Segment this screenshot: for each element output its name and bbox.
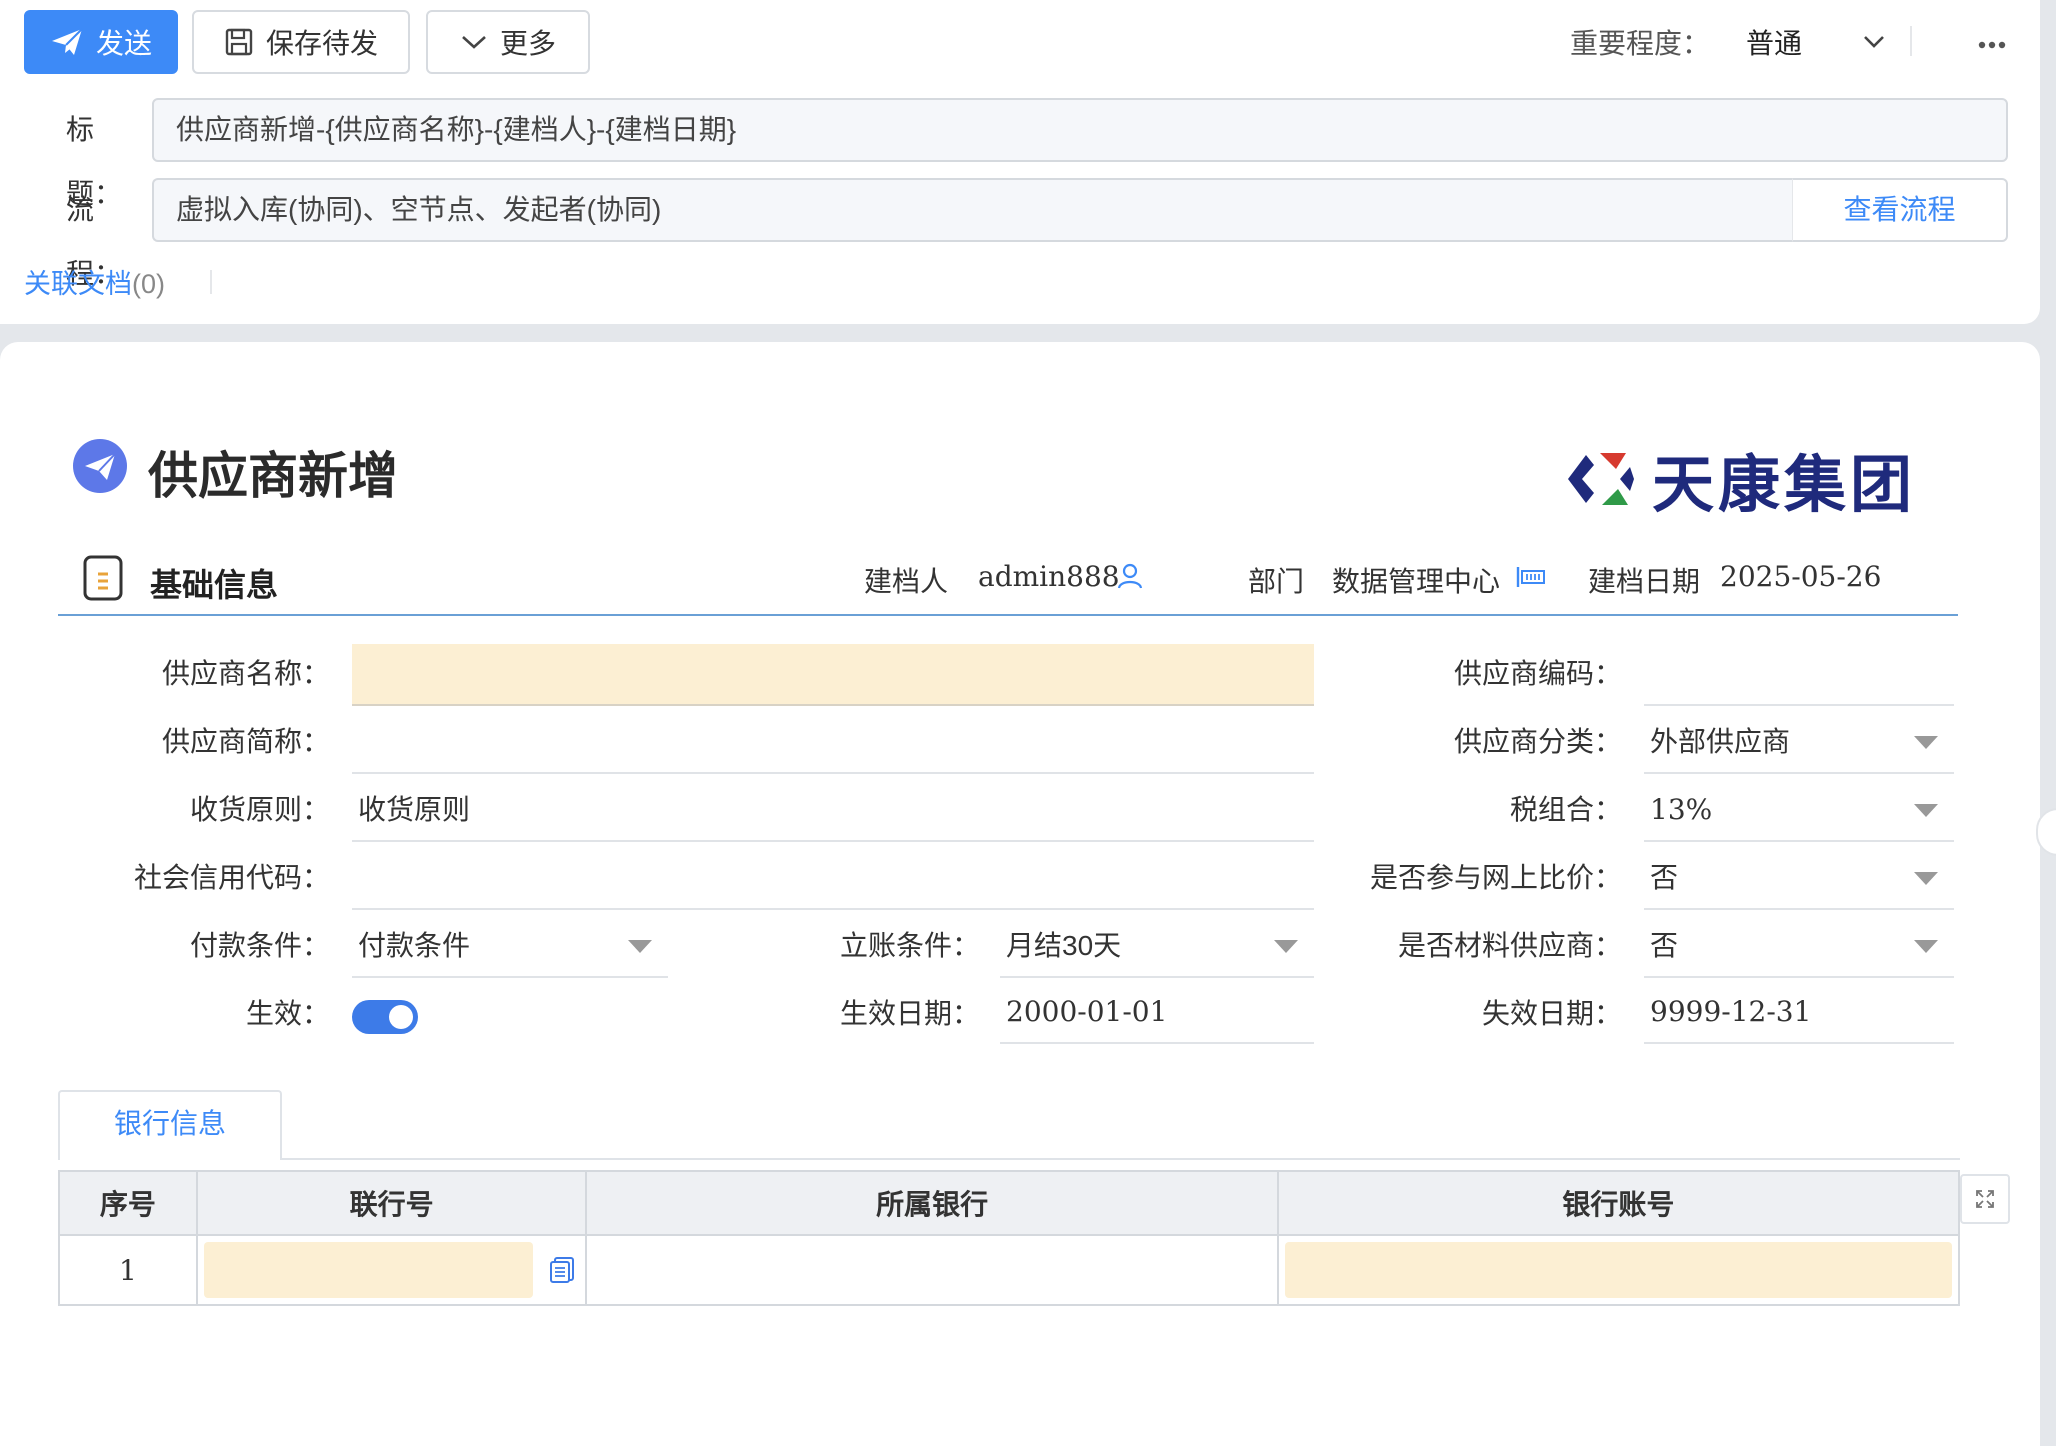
section-header: 基础信息 建档人 admin888 部门 数据管理中心 建档日期 2025-05… — [58, 554, 1958, 616]
caret-down-icon — [1274, 940, 1298, 953]
billing-terms-label: 立账条件： — [839, 930, 980, 961]
effective-toggle[interactable] — [352, 1000, 418, 1034]
supplier-code-input[interactable] — [1644, 644, 1954, 706]
related-docs-label: 关联文档 — [24, 269, 132, 299]
lookup-icon[interactable] — [549, 1256, 575, 1291]
toolbar-divider — [1910, 26, 1912, 56]
payment-terms-label: 付款条件： — [189, 930, 330, 961]
bank-code-input[interactable] — [203, 1242, 534, 1298]
bank-name-cell[interactable] — [585, 1234, 1279, 1306]
toggle-knob — [389, 1005, 413, 1029]
document-icon — [82, 554, 124, 607]
material-supplier-select[interactable]: 否 — [1644, 916, 1954, 978]
caret-down-icon — [628, 940, 652, 953]
expiry-date-input[interactable]: 9999-12-31 — [1644, 982, 1954, 1044]
more-label: 更多 — [499, 28, 556, 59]
form-title: 供应商新增 — [148, 447, 398, 505]
table-header-row: 序号 联行号 所属银行 银行账号 — [58, 1170, 1961, 1236]
supplier-code-label: 供应商编码： — [1453, 658, 1622, 689]
more-options-icon[interactable] — [1978, 36, 2006, 54]
supplier-category-value: 外部供应商 — [1650, 726, 1791, 757]
brand-name: 天康集团 — [1652, 448, 1917, 521]
column-header-bank-code: 联行号 — [195, 1170, 588, 1236]
supplier-name-input[interactable] — [352, 644, 1314, 706]
related-docs-link[interactable]: 关联文档(0) — [24, 262, 165, 301]
paper-plane-icon — [72, 438, 128, 499]
receipt-rule-input[interactable]: 收货原则 — [352, 780, 1314, 842]
caret-down-icon — [1914, 804, 1938, 817]
dept-value: 数据管理中心 — [1332, 566, 1501, 597]
view-flow-button[interactable]: 查看流程 — [1792, 178, 2008, 242]
org-chart-icon[interactable] — [1516, 564, 1546, 596]
brand-logo: 天康集团 — [1560, 434, 1916, 524]
column-header-account: 银行账号 — [1276, 1170, 1961, 1236]
send-button-label: 发送 — [95, 28, 152, 59]
title-input[interactable]: 供应商新增-{供应商名称}-{建档人}-{建档日期} — [152, 98, 2008, 162]
credit-code-input[interactable] — [352, 848, 1314, 910]
importance-value: 普通 — [1746, 28, 1803, 59]
online-bid-select[interactable]: 否 — [1644, 848, 1954, 910]
top-panel: 发送 保存待发 更多 重要程度： 普通 标题： 供应商新增-{供应商名称}-{建… — [0, 0, 2040, 324]
billing-terms-select[interactable]: 月结30天 — [1000, 916, 1314, 978]
dept-label: 部门 — [1248, 566, 1305, 597]
supplier-category-label: 供应商分类： — [1453, 726, 1622, 757]
more-button[interactable]: 更多 — [426, 10, 590, 74]
credit-code-label: 社会信用代码： — [133, 862, 330, 893]
account-input[interactable] — [1284, 1242, 1952, 1298]
date-value: 2025-05-26 — [1720, 560, 1882, 593]
receipt-rule-label: 收货原则： — [189, 794, 330, 825]
chevron-down-icon — [460, 32, 488, 52]
supplier-category-select[interactable]: 外部供应商 — [1644, 712, 1954, 774]
supplier-short-input[interactable] — [352, 712, 1314, 774]
material-supplier-label: 是否材料供应商： — [1397, 930, 1622, 961]
expand-icon — [1976, 1190, 1994, 1208]
send-icon — [50, 27, 84, 57]
importance-select[interactable]: 重要程度： 普通 — [1570, 18, 1886, 66]
flow-input[interactable]: 虚拟入库(协同)、空节点、发起者(协同) — [152, 178, 1792, 242]
tax-group-value: 13% — [1650, 793, 1713, 826]
brand-mark-icon — [1568, 453, 1634, 505]
related-docs-count: (0) — [132, 269, 165, 299]
expiry-date-label: 失效日期： — [1481, 998, 1622, 1029]
payment-terms-select[interactable]: 付款条件 — [352, 916, 668, 978]
supplier-name-label: 供应商名称： — [161, 658, 330, 689]
column-header-index: 序号 — [58, 1170, 198, 1236]
save-icon — [224, 27, 254, 57]
column-header-bank-name: 所属银行 — [585, 1170, 1279, 1236]
date-label: 建档日期 — [1588, 566, 1701, 597]
tax-group-label: 税组合： — [1509, 794, 1622, 825]
online-bid-label: 是否参与网上比价： — [1369, 862, 1622, 893]
caret-down-icon — [1914, 736, 1938, 749]
save-draft-button[interactable]: 保存待发 — [192, 10, 410, 74]
row-index: 1 — [58, 1234, 198, 1306]
account-cell[interactable] — [1276, 1234, 1961, 1306]
tab-divider — [282, 1158, 1960, 1160]
chevron-down-icon — [1862, 26, 1886, 58]
section-title: 基础信息 — [150, 567, 279, 603]
bank-table: 序号 联行号 所属银行 银行账号 1 — [58, 1170, 1961, 1306]
expand-button[interactable] — [1960, 1174, 2010, 1224]
divider — [210, 270, 212, 294]
billing-terms-value: 月结30天 — [1006, 930, 1122, 961]
caret-down-icon — [1914, 872, 1938, 885]
save-draft-label: 保存待发 — [265, 28, 378, 59]
tab-bank-info[interactable]: 银行信息 — [58, 1090, 282, 1160]
material-supplier-value: 否 — [1650, 930, 1679, 961]
payment-terms-value: 付款条件 — [358, 930, 471, 961]
online-bid-value: 否 — [1650, 862, 1679, 893]
creator-label: 建档人 — [864, 566, 949, 597]
user-icon[interactable] — [1116, 562, 1144, 597]
form-panel: 供应商新增 天康集团 基础信息 建档人 admin888 部门 数据管理中心 建… — [0, 342, 2040, 1446]
effective-date-label: 生效日期： — [839, 998, 980, 1029]
bank-code-cell[interactable] — [195, 1234, 588, 1306]
supplier-short-label: 供应商简称： — [161, 726, 330, 757]
importance-label: 重要程度： — [1570, 28, 1711, 59]
effective-label: 生效： — [245, 998, 330, 1029]
caret-down-icon — [1914, 940, 1938, 953]
table-row: 1 — [58, 1234, 1961, 1306]
effective-date-input[interactable]: 2000-01-01 — [1000, 982, 1314, 1044]
creator-value: admin888 — [978, 560, 1120, 593]
send-button[interactable]: 发送 — [24, 10, 178, 74]
tax-group-select[interactable]: 13% — [1644, 780, 1954, 842]
